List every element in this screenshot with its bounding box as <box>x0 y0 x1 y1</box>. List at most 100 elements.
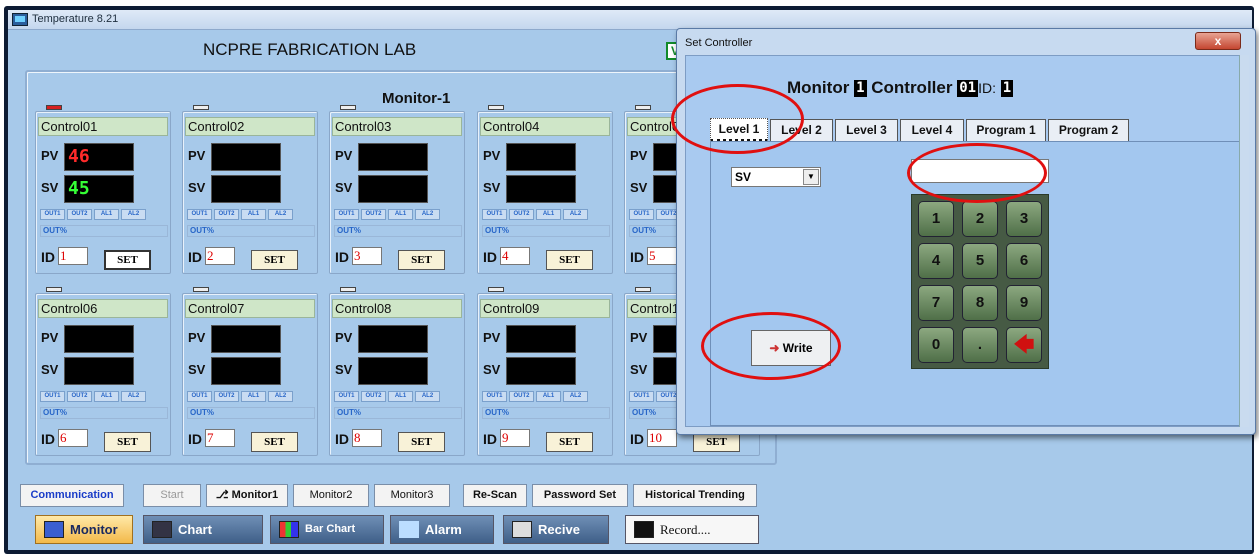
monitor2-button[interactable]: Monitor2 <box>293 484 369 507</box>
pv-display <box>358 325 428 353</box>
rescan-button[interactable]: Re-Scan <box>463 484 527 507</box>
scrollbar[interactable] <box>1239 55 1249 427</box>
id-label: ID <box>41 249 55 265</box>
backspace-arrow-icon[interactable]: 🡄 <box>1006 327 1042 363</box>
out1-indicator: OUT1 <box>334 391 359 402</box>
output-percent: OUT% <box>334 407 462 419</box>
id-field[interactable]: 3 <box>352 247 382 265</box>
set-button[interactable]: SET <box>398 250 445 270</box>
key-dot[interactable]: . <box>962 327 998 363</box>
status-indicator <box>340 105 356 110</box>
id-field[interactable]: 10 <box>647 429 677 447</box>
id-field[interactable]: 1 <box>58 247 88 265</box>
al2-indicator: AL2 <box>268 391 293 402</box>
set-button[interactable]: SET <box>398 432 445 452</box>
sv-label: SV <box>483 180 501 195</box>
tab-level-3[interactable]: Level 3 <box>835 119 898 141</box>
status-indicator <box>193 105 209 110</box>
key-6[interactable]: 6 <box>1006 243 1042 279</box>
out1-indicator: OUT1 <box>40 391 65 402</box>
output-percent: OUT% <box>482 225 610 237</box>
password-set-button[interactable]: Password Set <box>532 484 628 507</box>
pv-display: 46 <box>64 143 134 171</box>
set-button[interactable]: SET <box>546 250 593 270</box>
id-field[interactable]: 6 <box>58 429 88 447</box>
output-indicators: OUT1OUT2AL1AL2 <box>187 209 315 221</box>
al2-indicator: AL2 <box>563 209 588 220</box>
monitor1-button[interactable]: ⎇ Monitor1 <box>206 484 288 507</box>
key-1[interactable]: 1 <box>918 201 954 237</box>
set-button[interactable]: SET <box>104 250 151 270</box>
close-button[interactable]: x <box>1195 32 1241 50</box>
output-indicators: OUT1OUT2AL1AL2 <box>40 391 168 403</box>
parameter-select[interactable]: SV ▼ <box>731 167 821 187</box>
bar-chart-nav-button[interactable]: Bar Chart <box>270 515 384 544</box>
status-indicator <box>488 287 504 292</box>
parameter-select-value: SV <box>735 170 752 184</box>
tab-level-4[interactable]: Level 4 <box>900 119 964 141</box>
out1-indicator: OUT1 <box>482 391 507 402</box>
out1-indicator: OUT1 <box>629 391 654 402</box>
controller-name: Control02 <box>185 117 315 136</box>
pv-label: PV <box>188 148 206 163</box>
id-field[interactable]: 2 <box>205 247 235 265</box>
status-indicator <box>635 105 651 110</box>
numeric-keypad: 1 2 3 4 5 6 7 8 9 0. 🡄 <box>911 194 1049 369</box>
title-bar: Temperature 8.21 <box>8 10 1252 30</box>
al1-indicator: AL1 <box>94 391 119 402</box>
set-button[interactable]: SET <box>251 432 298 452</box>
monitor-nav-button[interactable]: Monitor <box>35 515 133 544</box>
pv-display <box>211 143 281 171</box>
set-button[interactable]: SET <box>546 432 593 452</box>
monitor3-button[interactable]: Monitor3 <box>374 484 450 507</box>
sv-label: SV <box>335 362 353 377</box>
controller-name: Control06 <box>38 299 168 318</box>
chart-nav-button[interactable]: Chart <box>143 515 263 544</box>
output-indicators: OUT1OUT2AL1AL2 <box>334 209 462 221</box>
bar-chart-nav-label: Bar Chart <box>305 523 356 535</box>
al1-indicator: AL1 <box>536 391 561 402</box>
set-button[interactable]: SET <box>693 432 740 452</box>
key-0[interactable]: 0 <box>918 327 954 363</box>
key-4[interactable]: 4 <box>918 243 954 279</box>
set-button[interactable]: SET <box>251 250 298 270</box>
sv-display <box>211 175 281 203</box>
key-2[interactable]: 2 <box>962 201 998 237</box>
set-button[interactable]: SET <box>104 432 151 452</box>
start-button[interactable]: Start <box>143 484 201 507</box>
id-label: ID <box>483 249 497 265</box>
key-3[interactable]: 3 <box>1006 201 1042 237</box>
id-label: ID <box>335 431 349 447</box>
historical-trending-button[interactable]: Historical Trending <box>633 484 757 507</box>
communication-button[interactable]: Communication <box>20 484 124 507</box>
output-indicators: OUT1OUT2AL1AL2 <box>482 209 610 221</box>
id-field[interactable]: 4 <box>500 247 530 265</box>
tab-program-1[interactable]: Program 1 <box>966 119 1046 141</box>
key-8[interactable]: 8 <box>962 285 998 321</box>
key-5[interactable]: 5 <box>962 243 998 279</box>
alarm-nav-button[interactable]: Alarm <box>390 515 494 544</box>
controller-card: Control08 PV SV OUT1 OUT2 AL1 AL2 OUT% ID 8 SET <box>329 287 465 456</box>
al1-indicator: AL1 <box>388 209 413 220</box>
recive-nav-button[interactable]: Recive <box>503 515 609 544</box>
al2-indicator: AL2 <box>563 391 588 402</box>
record-button[interactable]: Record.... <box>625 515 759 544</box>
sv-display: 45 <box>64 175 134 203</box>
output-percent: OUT% <box>482 407 610 419</box>
id-field[interactable]: 7 <box>205 429 235 447</box>
key-7[interactable]: 7 <box>918 285 954 321</box>
dialog-header: Monitor 1 Controller 01 ID: 1 <box>787 78 1014 98</box>
id-field[interactable]: 9 <box>500 429 530 447</box>
monitor-panel: Monitor-1 Control01 PV 46 SV 45 OUT1 OUT2 AL1 AL… <box>25 70 777 465</box>
monitor-label: Monitor <box>787 78 850 97</box>
tab-program-2[interactable]: Program 2 <box>1048 119 1129 141</box>
id-field[interactable]: 5 <box>647 247 677 265</box>
sv-label: SV <box>335 180 353 195</box>
sv-display <box>506 175 576 203</box>
sv-label: SV <box>188 362 206 377</box>
out2-indicator: OUT2 <box>509 209 534 220</box>
id-label: ID: <box>978 80 996 96</box>
key-9[interactable]: 9 <box>1006 285 1042 321</box>
id-field[interactable]: 8 <box>352 429 382 447</box>
al2-indicator: AL2 <box>268 209 293 220</box>
